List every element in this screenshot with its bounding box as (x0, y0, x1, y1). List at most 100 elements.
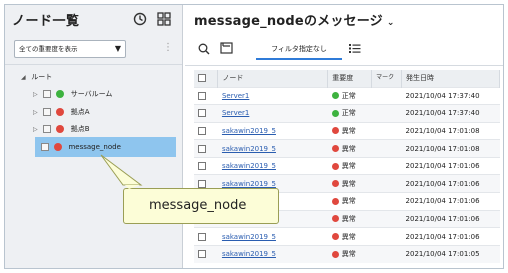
status-error-icon (331, 145, 339, 153)
node-cell[interactable]: Server1 (217, 86, 328, 105)
collapse-triangle-icon[interactable]: ▷ (33, 87, 41, 103)
severity-filter-select[interactable]: 全ての重要度を表示 ▼ (14, 40, 126, 58)
row-select-cell[interactable] (194, 104, 218, 123)
row-checkbox[interactable] (198, 179, 206, 188)
status-error-icon (331, 162, 339, 170)
tree-item-message-node-content[interactable]: message_node (41, 139, 121, 155)
table-row[interactable]: sakawin2019_5 異常 2021/10/04 17:01:05 (194, 244, 500, 263)
severity-cell: 正常 (327, 104, 372, 123)
table-row[interactable]: Server1 正常 2021/10/04 17:37:40 (194, 86, 500, 105)
history-icon[interactable] (133, 12, 147, 26)
severity-text: 異常 (341, 250, 356, 259)
table-row[interactable]: sakawin2019_5 異常 2021/10/04 17:01:06 (194, 227, 500, 246)
row-select-cell[interactable] (194, 244, 218, 263)
mark-cell (371, 156, 402, 175)
table-row[interactable]: sakawin2019_5 異常 2021/10/04 17:01:08 (194, 121, 500, 140)
collapse-triangle-icon[interactable]: ▷ (33, 122, 41, 138)
select-all-checkbox[interactable] (198, 74, 206, 83)
severity-text: 異常 (341, 162, 356, 171)
datetime-cell: 2021/10/04 17:01:06 (401, 192, 500, 211)
message-panel-title-text: message_nodeのメッセージ (194, 14, 383, 29)
severity-cell: 異常 (327, 174, 372, 193)
node-link[interactable]: sakawin2019_5 (222, 162, 276, 170)
tab-no-filter[interactable]: フィルタ指定なし (256, 40, 342, 60)
row-checkbox[interactable] (198, 109, 206, 118)
node-link[interactable]: sakawin2019_5 (222, 127, 276, 135)
severity-cell: 異常 (327, 156, 372, 175)
severity-text: 異常 (341, 232, 356, 241)
column-header-severity[interactable]: 重要度 (327, 70, 373, 87)
tree-root-label: ルート (31, 73, 53, 81)
row-checkbox[interactable] (198, 91, 206, 100)
table-header-row: ノード 重要度 マーク 発生日時 (194, 70, 500, 87)
node-link[interactable]: sakawin2019_5 (222, 250, 276, 258)
search-icon[interactable] (198, 43, 210, 55)
row-select-cell[interactable] (194, 121, 218, 140)
severity-cell: 異常 (327, 139, 372, 158)
node-cell[interactable]: sakawin2019_5 (217, 121, 328, 140)
collapse-triangle-icon[interactable]: ▷ (33, 105, 41, 121)
mark-cell (371, 244, 402, 263)
severity-text: 異常 (341, 126, 356, 135)
severity-text: 異常 (341, 179, 356, 188)
severity-text: 正常 (341, 109, 356, 118)
mark-cell (371, 227, 402, 246)
node-link[interactable]: sakawin2019_5 (222, 233, 276, 241)
node-group-icon (43, 125, 52, 133)
row-checkbox[interactable] (198, 232, 206, 241)
node-link[interactable]: sakawin2019_5 (222, 180, 276, 188)
severity-cell: 異常 (327, 209, 372, 228)
display-settings-icon[interactable] (220, 42, 233, 54)
row-checkbox[interactable] (198, 162, 206, 171)
node-cell[interactable]: sakawin2019_5 (217, 139, 328, 158)
severity-text: 正常 (341, 91, 356, 100)
table-row[interactable]: sakawin2019_5 異常 2021/10/04 17:01:08 (194, 139, 500, 158)
callout-box: message_node (123, 188, 279, 224)
message-panel-title[interactable]: message_nodeのメッセージ ⌄ (194, 10, 395, 29)
tree-item-server-room[interactable]: ▷ サーバルーム (33, 86, 112, 102)
table-row[interactable]: sakawin2019_5 異常 2021/10/04 17:01:06 (194, 156, 500, 175)
node-link[interactable]: Server1 (222, 92, 249, 100)
column-header-node[interactable]: ノード (217, 70, 329, 87)
row-select-cell[interactable] (194, 156, 218, 175)
column-header-mark[interactable]: マーク (371, 70, 403, 87)
datetime-cell: 2021/10/04 17:37:40 (401, 104, 500, 123)
node-list-title: ノード一覧 (12, 14, 80, 29)
node-list-header: ノード一覧 (5, 5, 182, 35)
datetime-cell: 2021/10/04 17:01:08 (401, 121, 500, 140)
node-link[interactable]: sakawin2019_5 (222, 145, 276, 153)
status-error-icon (331, 215, 339, 223)
row-checkbox[interactable] (198, 144, 206, 153)
select-all-cell[interactable] (194, 70, 219, 87)
row-select-cell[interactable] (194, 86, 218, 105)
mark-cell (371, 192, 402, 211)
node-cell[interactable]: sakawin2019_5 (217, 156, 328, 175)
tree-item-site-a[interactable]: ▷ 拠点A (33, 104, 90, 120)
message-table: ノード 重要度 マーク 発生日時 Server1 正常 2021/10/04 17:… (194, 70, 500, 263)
mark-cell (371, 139, 402, 158)
row-checkbox[interactable] (198, 250, 206, 259)
node-cell[interactable]: sakawin2019_5 (217, 244, 328, 263)
node-cell[interactable]: Server1 (217, 104, 328, 123)
row-select-cell[interactable] (194, 227, 218, 246)
mark-cell (371, 174, 402, 193)
column-header-datetime[interactable]: 発生日時 (401, 70, 500, 87)
status-ok-icon (56, 90, 65, 98)
table-row[interactable]: Server1 正常 2021/10/04 17:37:40 (194, 104, 500, 123)
severity-text: 異常 (341, 197, 356, 206)
tree-item-site-b[interactable]: ▷ 拠点B (33, 121, 90, 137)
tree-root[interactable]: ◢ ルート (21, 69, 52, 85)
node-link[interactable]: Server1 (222, 109, 249, 117)
expand-triangle-icon[interactable]: ◢ (21, 70, 29, 86)
status-error-icon (331, 250, 339, 258)
node-group-icon (43, 108, 52, 116)
row-select-cell[interactable] (194, 139, 218, 158)
status-error-icon (56, 108, 65, 116)
list-icon[interactable] (349, 43, 361, 54)
row-checkbox[interactable] (198, 126, 206, 135)
status-error-icon (331, 180, 339, 188)
grid-icon[interactable] (157, 12, 171, 26)
more-options-icon[interactable]: ⋮ (163, 42, 173, 53)
node-cell[interactable]: sakawin2019_5 (217, 227, 328, 246)
status-error-icon (331, 233, 339, 241)
